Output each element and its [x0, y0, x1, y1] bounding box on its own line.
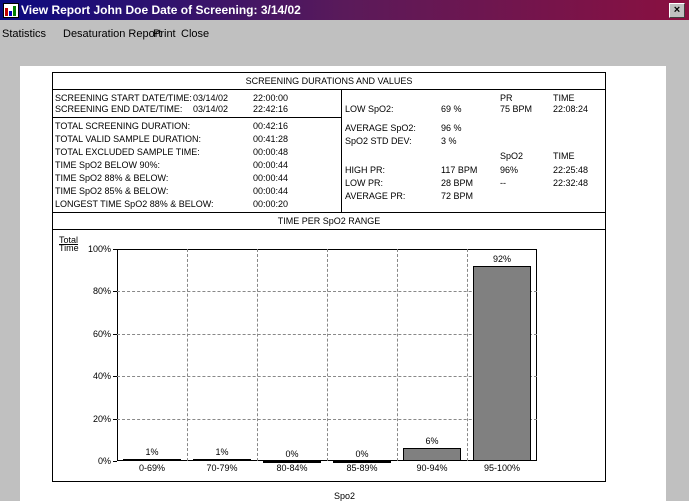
y-tick-mark [113, 418, 117, 420]
bar [193, 458, 251, 461]
high-pr-value: 117 BPM [441, 165, 478, 175]
stat-label: TOTAL EXCLUDED SAMPLE TIME: [55, 147, 200, 157]
end-time: 22:42:16 [253, 104, 289, 114]
stat-label: TOTAL SCREENING DURATION: [55, 121, 191, 131]
end-date: 03/14/02 [193, 104, 229, 114]
stat-value: 00:00:20 [253, 199, 289, 209]
low-spo2-pr: 75 BPM [500, 104, 533, 114]
x-tick-label: 90-94% [416, 463, 448, 473]
menu-print[interactable]: Print [153, 28, 176, 40]
bar-value-label: 0% [285, 449, 299, 459]
gridline-vertical [257, 249, 258, 461]
durations-values-box: SCREENING DURATIONS AND VALUES SCREENING… [52, 72, 606, 229]
x-axis-label: Spo2 [334, 491, 356, 501]
y-tick-label: 100% [87, 244, 111, 254]
bar-value-label: 92% [492, 253, 511, 264]
average-pr-value: 72 BPM [441, 191, 474, 201]
average-spo2-label: AVERAGE SpO2: [345, 123, 416, 133]
gridline-vertical [327, 249, 328, 461]
time-header-2: TIME [553, 151, 575, 161]
gridline-vertical [467, 249, 468, 461]
menu-close[interactable]: Close [181, 28, 209, 40]
bar [473, 265, 531, 461]
start-label: SCREENING START DATE/TIME: [55, 93, 192, 103]
y-tick-mark [113, 376, 117, 378]
bar [123, 458, 181, 461]
vertical-scrollbar[interactable] [670, 115, 689, 501]
low-pr-value: 28 BPM [441, 178, 474, 188]
y-tick-mark [113, 333, 117, 335]
stat-value: 00:42:16 [253, 121, 289, 131]
time-header: TIME [553, 93, 575, 103]
y-tick-label: 80% [92, 286, 111, 297]
y-tick-mark [113, 249, 117, 250]
x-tick-label: 85-89% [346, 463, 378, 473]
pr-header: PR [500, 93, 513, 103]
section-title-chart: TIME PER SpO2 RANGE [277, 216, 381, 226]
x-tick-label: 95-100% [483, 463, 521, 473]
start-date: 03/14/02 [193, 93, 229, 103]
stat-label: TOTAL VALID SAMPLE DURATION: [55, 134, 202, 144]
low-pr-spo2: -- [500, 178, 506, 188]
menu-bar: Statistics Desaturation Report Print Clo… [0, 20, 689, 40]
chart-app-icon [3, 3, 19, 18]
start-time: 22:00:00 [253, 93, 289, 103]
x-tick-label: 80-84% [276, 463, 308, 473]
bar-value-label: 0% [355, 449, 369, 459]
stat-label: TIME SpO2 85% & BELOW: [55, 186, 169, 196]
stat-value: 00:00:44 [253, 186, 289, 196]
report-page: SCREENING DURATIONS AND VALUES SCREENING… [20, 66, 666, 501]
stat-label: TIME SpO2 BELOW 90%: [55, 160, 161, 170]
high-pr-spo2: 96% [500, 165, 519, 175]
stat-value: 00:00:44 [253, 160, 289, 170]
spo2-std-value: 3 % [441, 136, 457, 146]
close-icon[interactable]: × [669, 3, 685, 18]
high-pr-label: HIGH PR: [345, 165, 386, 175]
bar [403, 448, 461, 461]
y-tick-label: 20% [92, 413, 111, 424]
end-label: SCREENING END DATE/TIME: [55, 104, 183, 114]
y-tick-label: 40% [92, 371, 111, 382]
stat-value: 00:41:28 [253, 134, 289, 144]
high-pr-time: 22:25:48 [553, 165, 589, 175]
low-spo2-time: 22:08:24 [553, 104, 589, 114]
low-pr-label: LOW PR: [345, 178, 384, 188]
bar-value-label: 6% [425, 436, 439, 447]
menu-desaturation-report[interactable]: Desaturation Report [63, 28, 161, 40]
low-pr-time: 22:32:48 [553, 178, 589, 188]
x-tick-label: 0-69% [138, 463, 165, 473]
y-tick-mark [113, 461, 117, 462]
y-tick-label: 0% [97, 456, 111, 466]
spo2-std-label: SpO2 STD DEV: [345, 136, 412, 146]
x-tick-label: 70-79% [206, 463, 238, 473]
menu-statistics[interactable]: Statistics [2, 28, 46, 40]
gridline-vertical [397, 249, 398, 461]
stat-label: LONGEST TIME SpO2 88% & BELOW: [55, 199, 214, 209]
y-tick-label: 60% [92, 328, 111, 339]
y-tick-mark [113, 291, 117, 293]
stat-value: 00:00:44 [253, 173, 289, 183]
stat-label: TIME SpO2 88% & BELOW: [55, 173, 169, 183]
low-spo2-value: 69 % [441, 104, 462, 114]
time-per-range-box: TIME PER SpO2 RANGE Total Time 0% 20% 40% 6… [52, 212, 606, 482]
section-title-durations: SCREENING DURATIONS AND VALUES [245, 76, 413, 86]
stat-value: 00:00:48 [253, 147, 289, 157]
average-spo2-value: 96 % [441, 123, 462, 133]
low-spo2-label: LOW SpO2: [345, 104, 394, 114]
window-title: View Report John Doe Date of Screening: … [21, 3, 301, 17]
title-bar: View Report John Doe Date of Screening: … [0, 0, 689, 20]
spo2-header: SpO2 [500, 151, 524, 161]
gridline-vertical [187, 249, 188, 461]
bar-value-label: 1% [215, 446, 229, 457]
bar-value-label: 1% [145, 446, 159, 457]
average-pr-label: AVERAGE PR: [345, 191, 406, 201]
